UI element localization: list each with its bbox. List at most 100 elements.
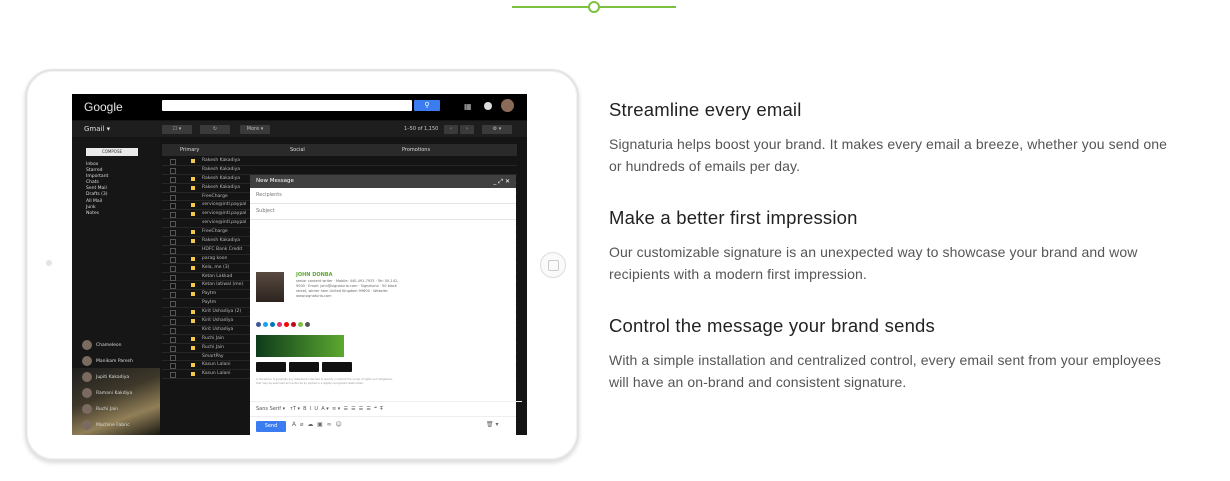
compose-window: New Message _ ⤢ ✕ Recipients Subject JOH… xyxy=(250,175,522,435)
chevron-left-icon: ‹ xyxy=(444,125,458,134)
app-store-icon xyxy=(256,362,286,372)
feature-heading: Streamline every email xyxy=(609,99,802,120)
star-icon xyxy=(191,372,195,377)
apps-grid-icon: ▦ xyxy=(464,102,472,111)
table-row: Rakesh Kakadiya xyxy=(162,166,517,175)
checkbox-icon xyxy=(170,167,176,174)
row-sender: Rakesh Kakadiya xyxy=(202,175,241,181)
star-icon xyxy=(191,256,195,261)
divider-dot-icon xyxy=(588,1,600,13)
row-sender: SmartPay xyxy=(202,353,224,359)
gmail-search-input xyxy=(162,100,412,111)
amazon-icon xyxy=(322,362,352,372)
format-icons: тT ▾ B I U A ▾ ≡ ▾ ☰ ☰ ☰ ☰ ❝ T̶ xyxy=(286,406,384,412)
row-sender: Rakesh Kakadiya xyxy=(202,166,241,172)
checkbox-icon xyxy=(170,336,176,343)
gmail-nav: Inbox Starred Important Chats Sent Mail … xyxy=(86,162,108,217)
hangout-user-name: Ruchi Jain xyxy=(96,406,118,412)
signature-disclaimer: A disclaimer is generally any statement … xyxy=(256,378,393,385)
hangout-user: Ruchi Jain xyxy=(82,404,133,414)
compose-button: COMPOSE xyxy=(86,148,138,156)
send-button: Send xyxy=(256,421,286,432)
compose-title: New Message xyxy=(256,178,294,184)
gmail-screenshot: Google ⚲ ▦ Gmail ▾ ☐ ▾ ↻ More ▾ 1–50 of … xyxy=(72,94,527,435)
row-sender: Paytm xyxy=(202,300,217,306)
window-controls-icon: _ ⤢ ✕ xyxy=(493,178,510,185)
message-count: 1–50 of 1,150 xyxy=(404,126,439,132)
row-sender: service@intl.paypal xyxy=(202,220,247,226)
checkbox-icon xyxy=(170,274,176,281)
feature-heading: Control the message your brand sends xyxy=(609,315,935,336)
checkbox-icon xyxy=(170,212,176,219)
checkbox-icon xyxy=(170,185,176,192)
row-sender: Ketan Lakkad xyxy=(202,273,233,279)
star-icon xyxy=(191,292,195,297)
account-avatar xyxy=(501,99,514,112)
hangout-user: Ramani Kakdiya xyxy=(82,388,133,398)
attachment-icons: A ⌀ ☁ ▣ ∞ ☺ xyxy=(292,421,342,428)
font-select: Sans Serif ▾ xyxy=(256,406,286,412)
tablet-home-button-icon xyxy=(540,252,566,278)
tab-promotions: Promotions xyxy=(402,147,431,153)
checkbox-icon xyxy=(170,239,176,246)
signature-banner xyxy=(256,335,344,357)
checkbox-icon xyxy=(170,176,176,183)
hangout-user: Jupiti Kakadiya xyxy=(82,372,133,382)
hangouts-list: Chameleon Manikam Paresh Jupiti Kakadiya… xyxy=(82,340,133,435)
row-sender: Ketan latiwal (me) xyxy=(202,282,244,288)
feature-description: With a simple installation and centraliz… xyxy=(609,352,1161,390)
hangout-user-name: Manikam Paresh xyxy=(96,358,133,364)
star-icon xyxy=(191,239,195,244)
star-icon xyxy=(191,230,195,235)
tab-social: Social xyxy=(290,147,305,153)
search-icon: ⚲ xyxy=(414,100,440,111)
checkbox-icon xyxy=(170,310,176,317)
social-icon xyxy=(305,322,310,327)
checkbox-icon xyxy=(170,265,176,272)
star-icon xyxy=(191,283,195,288)
checkbox-icon xyxy=(170,194,176,201)
row-sender: service@intl.paypal xyxy=(202,202,247,208)
compose-actions: Send A ⌀ ☁ ▣ ∞ ☺ 🗑 ▾ xyxy=(250,416,516,435)
checkbox-icon xyxy=(170,283,176,290)
checkbox-icon xyxy=(170,301,176,308)
pinterest-icon xyxy=(291,322,296,327)
instagram-icon xyxy=(277,322,282,327)
feature-heading: Make a better first impression xyxy=(609,207,858,228)
row-sender: parag koon xyxy=(202,255,228,261)
compose-header: New Message _ ⤢ ✕ xyxy=(250,175,516,188)
recipients-field: Recipients xyxy=(250,188,516,204)
linkedin-icon xyxy=(270,322,275,327)
signature-details: senior content writer · Mobile: 440-491-… xyxy=(296,279,399,298)
checkbox-icon xyxy=(170,354,176,361)
table-row: Rakesh Kakadiya xyxy=(162,157,517,166)
star-icon xyxy=(191,336,195,341)
social-icons xyxy=(256,322,310,327)
hangout-user: Manikam Paresh xyxy=(82,356,133,366)
refresh-icon: ↻ xyxy=(200,125,230,134)
avatar xyxy=(82,388,92,398)
twitter-icon xyxy=(263,322,268,327)
checkbox-icon xyxy=(170,292,176,299)
checkbox-icon xyxy=(170,203,176,210)
row-sender: FreeCharge xyxy=(202,229,228,235)
star-icon xyxy=(191,159,195,163)
checkbox-icon xyxy=(170,230,176,237)
row-sender: Paytm xyxy=(202,291,217,297)
row-sender: Ruchi Jain xyxy=(202,335,224,341)
row-sender: Rakesh Kakadiya xyxy=(202,184,241,190)
checkbox-icon xyxy=(170,247,176,254)
chevron-right-icon: › xyxy=(460,125,474,134)
hangout-user-name: Ramani Kakdiya xyxy=(96,390,133,396)
row-sender: Ruchi Jain xyxy=(202,344,224,350)
avatar xyxy=(82,420,92,430)
checkbox-icon xyxy=(170,363,176,370)
nav-item: Notes xyxy=(86,210,99,216)
row-sender: FreeCharge xyxy=(202,193,228,199)
hangout-user: Chameleon xyxy=(82,340,133,350)
subject-field: Subject xyxy=(250,204,516,220)
app-store-badges xyxy=(256,362,352,372)
feature-description: Our customizable signature is an unexpec… xyxy=(609,244,1138,282)
row-sender: HDFC Bank Credit xyxy=(202,246,243,252)
social-icon xyxy=(298,322,303,327)
